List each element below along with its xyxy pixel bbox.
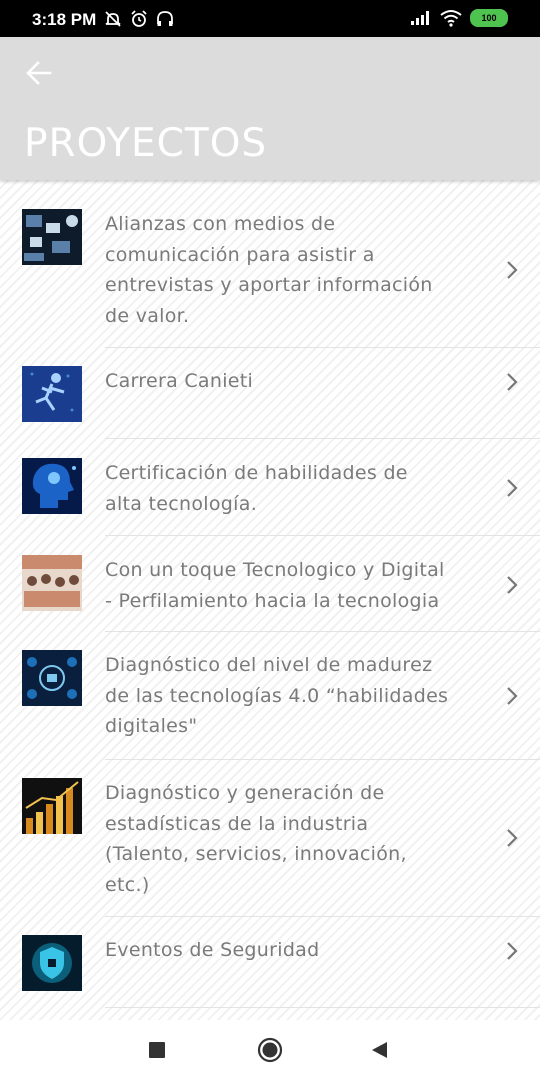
project-list: Alianzas con medios de comunicación para… xyxy=(0,180,540,1020)
project-title: Con un toque Tecnologico y Digital - Per… xyxy=(105,559,445,612)
project-title: Diagnóstico y generación de estadísticas… xyxy=(105,782,407,896)
mute-icon xyxy=(105,11,121,27)
list-item-project[interactable]: Certificación de habilidades de alta tec… xyxy=(0,439,540,536)
alarm-icon xyxy=(131,10,147,27)
wifi-icon xyxy=(440,10,462,27)
divider xyxy=(105,1007,540,1008)
chevron-right-icon xyxy=(507,373,518,391)
list-item-project[interactable]: Alianzas con medios de comunicación para… xyxy=(0,180,540,348)
list-item-project[interactable]: Diagnóstico del nivel de madurez de las … xyxy=(0,632,540,760)
chevron-right-icon xyxy=(507,942,518,960)
project-title: Certificación de habilidades de alta tec… xyxy=(105,462,408,515)
recents-square-icon[interactable] xyxy=(148,1042,166,1058)
arrow-left-icon[interactable] xyxy=(24,59,54,87)
status-system-icons: 100 xyxy=(410,9,508,27)
system-nav-bar xyxy=(0,1020,540,1080)
ai-head-thumbnail xyxy=(22,458,82,514)
security-shield-thumbnail xyxy=(22,935,82,991)
status-time: 3:18 PM xyxy=(32,10,97,29)
project-title: Diagnóstico del nivel de madurez de las … xyxy=(105,654,449,738)
app-bar: PROYECTOS xyxy=(0,37,540,180)
status-bar: 3:18 PM 100 xyxy=(0,0,540,37)
list-item-project[interactable]: Eventos de Seguridad xyxy=(0,917,540,1008)
project-title: Carrera Canieti xyxy=(105,370,254,392)
list-item-project[interactable]: Carrera Canieti xyxy=(0,348,540,439)
list-item-project[interactable]: Con un toque Tecnologico y Digital - Per… xyxy=(0,536,540,632)
headphones-icon xyxy=(157,11,173,26)
chevron-right-icon xyxy=(507,576,518,594)
chevron-right-icon xyxy=(507,479,518,497)
page-title: PROYECTOS xyxy=(24,121,268,166)
tech-icons-thumbnail xyxy=(22,650,82,706)
signal-icon xyxy=(411,11,429,25)
digital-runner-thumbnail xyxy=(22,366,82,422)
home-circle-icon[interactable] xyxy=(257,1037,283,1063)
project-title: Alianzas con medios de comunicación para… xyxy=(105,213,433,327)
media-network-thumbnail xyxy=(22,209,82,265)
project-title: Eventos de Seguridad xyxy=(105,939,320,961)
chevron-right-icon xyxy=(507,261,518,279)
battery-icon: 100 xyxy=(470,9,508,27)
bar-chart-thumbnail xyxy=(22,778,82,834)
back-triangle-icon[interactable] xyxy=(370,1041,388,1059)
chevron-right-icon xyxy=(507,829,518,847)
classroom-photo-thumbnail xyxy=(22,555,82,611)
chevron-right-icon xyxy=(507,687,518,705)
status-notification-icons xyxy=(104,10,174,28)
list-item-project[interactable]: Diagnóstico y generación de estadísticas… xyxy=(0,760,540,917)
